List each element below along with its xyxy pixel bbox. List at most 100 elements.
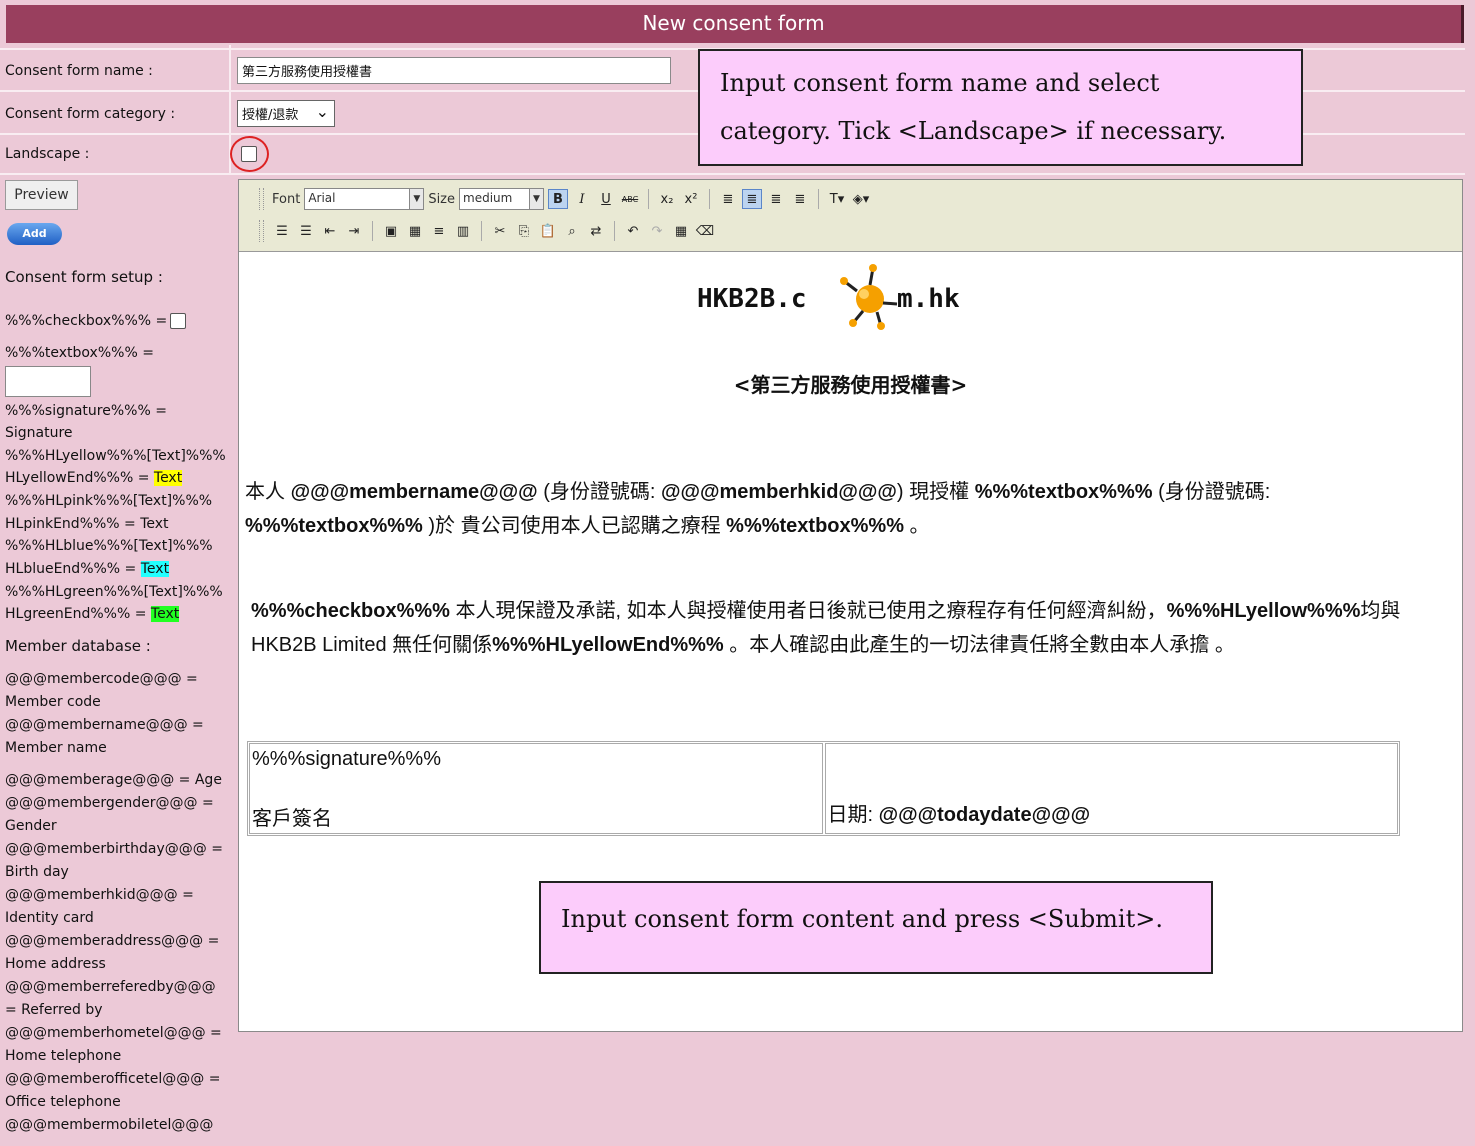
callout-bottom-text: Input consent form content and press <Su…	[561, 905, 1163, 933]
font-select[interactable]: Arial ▼	[304, 188, 425, 210]
p1-text: (身份證號碼:	[1152, 481, 1271, 503]
eraser-icon[interactable]: ⌫	[695, 221, 715, 241]
paste-icon[interactable]: 📋	[538, 221, 558, 241]
sample-textbox[interactable]	[5, 366, 91, 397]
todaydate-tag: @@@todaydate@@@	[878, 804, 1091, 826]
strikethrough-icon[interactable]: ABC	[620, 189, 640, 209]
consent-category-label: Consent form category :	[5, 106, 176, 122]
unordered-list-icon[interactable]: ☰	[296, 221, 316, 241]
replace-icon[interactable]: ⇄	[586, 221, 606, 241]
p1-text: ) 現授權	[896, 481, 975, 503]
db-entry: @@@memberaddress@@@ =	[5, 933, 220, 949]
hlyellowend-tag-inline: %%%HLyellowEnd%%%	[492, 634, 724, 656]
consent-name-input[interactable]: 第三方服務使用授權書	[237, 57, 671, 84]
toolbar-separator	[372, 221, 373, 241]
hlyellow-end-text: HLyellowEnd%%% =	[5, 470, 150, 486]
p1-text: 本人	[245, 481, 291, 503]
hlblue-sample: Text	[140, 561, 170, 577]
outdent-icon[interactable]: ⇤	[320, 221, 340, 241]
db-heading: Member database :	[5, 637, 151, 655]
subscript-icon[interactable]: x₂	[657, 189, 677, 209]
bold-icon[interactable]: B	[548, 189, 568, 209]
db-entry: Identity card	[5, 910, 94, 926]
preview-button[interactable]: Preview	[5, 180, 78, 210]
row-divider	[0, 173, 1465, 175]
copy-icon[interactable]: ⎘	[514, 221, 534, 241]
insert-column-icon[interactable]: ▥	[453, 221, 473, 241]
consent-category-select[interactable]: 授權/退款 ⌄	[237, 100, 335, 127]
insert-image-icon[interactable]: ▣	[381, 221, 401, 241]
setup-heading: Consent form setup :	[5, 268, 163, 286]
align-left-icon[interactable]: ≣	[718, 189, 738, 209]
consent-name-label: Consent form name :	[5, 63, 153, 79]
hlgreen-end: HLgreenEnd%%% = Text	[5, 603, 180, 625]
select-all-icon[interactable]: ▦	[671, 221, 691, 241]
hlpink-end: HLpinkEnd%%% = Text	[5, 516, 169, 532]
superscript-icon[interactable]: x²	[681, 189, 701, 209]
membername-tag: @@@membername@@@	[290, 481, 538, 503]
p2-text: 本人現保證及承諾, 如本人與授權使用者日後就已使用之療程存有任何經濟糾紛，	[449, 600, 1167, 622]
signature-tag: %%%signature%%% =	[5, 403, 167, 419]
chevron-down-icon: ⌄	[315, 102, 329, 121]
toolbar-separator	[709, 189, 710, 209]
find-icon[interactable]: ⌕	[562, 221, 582, 241]
toolbar-separator	[481, 221, 482, 241]
db-entry: @@@memberhometel@@@ =	[5, 1025, 222, 1041]
sample-checkbox[interactable]	[170, 313, 186, 329]
hlpink-tag: %%%HLpink%%%[Text]%%%	[5, 493, 213, 509]
checkbox-tag: %%%checkbox%%% =	[5, 310, 167, 332]
checkbox-tag-text: %%%checkbox%%% =	[5, 313, 168, 329]
textbox-tag-inline: %%%textbox%%%	[245, 515, 423, 537]
toolbar-separator	[818, 189, 819, 209]
db-entry: Home telephone	[5, 1048, 122, 1064]
font-value: Arial	[308, 191, 336, 205]
insert-row-icon[interactable]: ≡	[429, 221, 449, 241]
db-entry: @@@memberage@@@ = Age	[5, 772, 222, 788]
db-entry: Member name	[5, 740, 107, 756]
add-button[interactable]: Add	[7, 223, 62, 245]
logo-text-right: m.hk	[897, 284, 960, 314]
memberhkid-tag: @@@memberhkid@@@	[660, 481, 897, 503]
align-center-icon[interactable]: ≣	[742, 189, 762, 209]
hlyellow-tag-inline: %%%HLyellow%%%	[1166, 600, 1361, 622]
db-entry: @@@membermobiletel@@@	[5, 1117, 214, 1133]
signature-desc: Signature	[5, 425, 73, 441]
db-entry: @@@membergender@@@ =	[5, 795, 214, 811]
checkbox-tag-inline: %%%checkbox%%%	[251, 600, 450, 622]
ordered-list-icon[interactable]: ☰	[272, 221, 292, 241]
highlight-color-icon[interactable]: ◈▾	[851, 189, 871, 209]
paragraph-authorization: 本人 @@@membername@@@ (身份證號碼: @@@memberhki…	[245, 475, 1445, 543]
db-entry: @@@memberofficetel@@@ =	[5, 1071, 221, 1087]
toolbar-grip	[259, 188, 264, 210]
indent-icon[interactable]: ⇥	[344, 221, 364, 241]
insert-table-icon[interactable]: ▦	[405, 221, 425, 241]
date-cell: 日期: @@@todaydate@@@	[824, 743, 1398, 834]
signature-cell: %%%signature%%% 客戶簽名	[249, 743, 823, 834]
size-value: medium	[463, 191, 513, 205]
signature-tag-inline: %%%signature%%%	[252, 748, 441, 770]
date-label: 日期:	[827, 804, 879, 826]
instruction-callout-bottom: Input consent form content and press <Su…	[539, 881, 1213, 974]
underline-icon[interactable]: U	[596, 189, 616, 209]
landscape-label: Landscape :	[5, 146, 90, 162]
font-label: Font	[272, 191, 301, 207]
p1-text: (身份證號碼:	[537, 481, 661, 503]
date-line: 日期: @@@todaydate@@@	[828, 798, 1091, 827]
p1-text: 。	[904, 515, 930, 537]
cut-icon[interactable]: ✂	[490, 221, 510, 241]
db-entry: Member code	[5, 694, 101, 710]
callout-top-line1: Input consent form name and select	[720, 69, 1160, 97]
italic-icon[interactable]: I	[572, 189, 592, 209]
align-right-icon[interactable]: ≣	[766, 189, 786, 209]
undo-icon[interactable]: ↶	[623, 221, 643, 241]
db-entry: = Referred by	[5, 1002, 103, 1018]
editor-toolbar: Font Arial ▼ Size medium ▼ B I U ABC x₂ …	[239, 180, 1462, 252]
text-color-icon[interactable]: T▾	[827, 189, 847, 209]
instruction-callout-top: Input consent form name and select categ…	[698, 49, 1303, 166]
size-label: Size	[428, 191, 455, 207]
p2-text: 。本人確認由此產生的一切法律責任將全數由本人承擔 。	[723, 634, 1235, 656]
redo-icon[interactable]: ↷	[647, 221, 667, 241]
align-justify-icon[interactable]: ≣	[790, 189, 810, 209]
logo-text-left: HKB2B.c	[697, 284, 807, 314]
size-select[interactable]: medium ▼	[459, 188, 544, 210]
